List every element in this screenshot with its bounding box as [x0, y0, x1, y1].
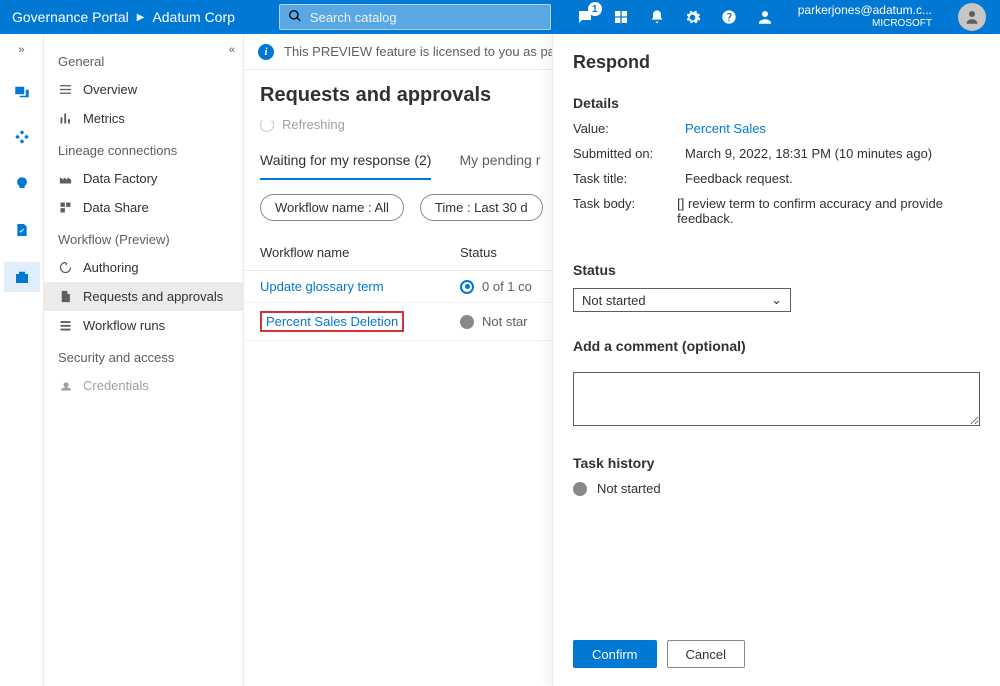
row-status: Not star: [460, 314, 528, 329]
brand-crumb[interactable]: Governance Portal ▶ Adatum Corp: [12, 9, 235, 25]
progress-icon: [460, 280, 474, 294]
sidebar-item-metrics[interactable]: Metrics: [44, 104, 243, 133]
value-submitted: March 9, 2022, 18:31 PM (10 minutes ago): [685, 146, 932, 161]
header-icons: 1 parkerjones@adatum.c... MICROSOFT: [576, 3, 1000, 31]
rail-insights-icon[interactable]: [12, 174, 32, 194]
search-input[interactable]: [310, 10, 542, 25]
notstarted-icon: [573, 482, 587, 496]
respond-panel: Respond Details Value:Percent Sales Subm…: [552, 34, 1000, 686]
feedback-icon[interactable]: 1: [576, 8, 594, 26]
top-header: Governance Portal ▶ Adatum Corp 1 parker…: [0, 0, 1000, 34]
info-icon: i: [258, 44, 274, 60]
label-value: Value:: [573, 121, 685, 136]
sidebar-item-authoring[interactable]: Authoring: [44, 253, 243, 282]
details-heading: Details: [573, 95, 980, 111]
status-value: Not started: [582, 293, 646, 308]
account-org: MICROSOFT: [872, 18, 932, 30]
panel-title: Respond: [573, 52, 980, 73]
chevron-right-icon: ▶: [137, 12, 145, 23]
brand-name: Governance Portal: [12, 9, 129, 25]
comment-heading: Add a comment (optional): [573, 338, 980, 354]
search-icon: [288, 9, 302, 26]
sidebar-group-general: General: [44, 44, 243, 75]
account-block[interactable]: parkerjones@adatum.c... MICROSOFT: [798, 4, 932, 29]
sidebar-item-datashare[interactable]: Data Share: [44, 193, 243, 222]
sidebar-item-credentials[interactable]: Credentials: [44, 371, 243, 400]
value-taskbody: [] review term to confirm accuracy and p…: [677, 196, 980, 226]
help-icon[interactable]: [720, 8, 738, 26]
value-tasktitle: Feedback request.: [685, 171, 793, 186]
sidebar-group-lineage: Lineage connections: [44, 133, 243, 164]
tab-pending[interactable]: My pending r: [459, 144, 540, 180]
search-box[interactable]: [279, 4, 551, 30]
rail-data-icon[interactable]: [12, 82, 32, 102]
rail-policy-icon[interactable]: [12, 220, 32, 240]
notstarted-icon: [460, 315, 474, 329]
rail-management-icon[interactable]: [4, 262, 40, 292]
confirm-button[interactable]: Confirm: [573, 640, 657, 668]
sidebar-item-overview[interactable]: Overview: [44, 75, 243, 104]
main-content: i This PREVIEW feature is licensed to yo…: [244, 34, 1000, 686]
status-heading: Status: [573, 262, 980, 278]
grid-icon[interactable]: [612, 8, 630, 26]
collapse-sidebar-icon[interactable]: «: [229, 44, 235, 56]
gear-icon[interactable]: [684, 8, 702, 26]
org-name: Adatum Corp: [152, 9, 234, 25]
tab-waiting[interactable]: Waiting for my response (2): [260, 144, 431, 180]
filter-workflow[interactable]: Workflow name : All: [260, 194, 404, 221]
col-status: Status: [460, 245, 497, 260]
history-status: Not started: [597, 481, 661, 496]
sidebar-group-security: Security and access: [44, 340, 243, 371]
left-rail: »: [0, 34, 44, 686]
spinner-icon: [260, 118, 274, 132]
label-taskbody: Task body:: [573, 196, 677, 226]
account-email: parkerjones@adatum.c...: [798, 4, 932, 18]
status-select[interactable]: Not started ⌄: [573, 288, 791, 312]
col-workflow: Workflow name: [260, 245, 460, 260]
history-item: Not started: [573, 481, 980, 496]
label-submitted: Submitted on:: [573, 146, 685, 161]
notification-badge: 1: [588, 2, 602, 16]
row-name[interactable]: Update glossary term: [260, 279, 460, 294]
row-status: 0 of 1 co: [460, 279, 532, 294]
sidebar-item-requests[interactable]: Requests and approvals: [44, 282, 243, 311]
filter-time[interactable]: Time : Last 30 d: [420, 194, 543, 221]
sidebar-item-workflowruns[interactable]: Workflow runs: [44, 311, 243, 340]
value-link[interactable]: Percent Sales: [685, 121, 766, 136]
avatar[interactable]: [958, 3, 986, 31]
sidebar-group-workflow: Workflow (Preview): [44, 222, 243, 253]
chevron-down-icon: ⌄: [771, 292, 782, 308]
cancel-button[interactable]: Cancel: [667, 640, 745, 668]
banner-text: This PREVIEW feature is licensed to you …: [284, 44, 587, 59]
comment-input[interactable]: [573, 372, 980, 426]
label-tasktitle: Task title:: [573, 171, 685, 186]
rail-map-icon[interactable]: [12, 128, 32, 148]
expand-rail-icon[interactable]: »: [18, 44, 24, 56]
people-icon[interactable]: [756, 8, 774, 26]
bell-icon[interactable]: [648, 8, 666, 26]
history-heading: Task history: [573, 455, 980, 471]
sidebar-item-datafactory[interactable]: Data Factory: [44, 164, 243, 193]
panel-footer: Confirm Cancel: [573, 628, 980, 668]
row-name[interactable]: Percent Sales Deletion: [260, 311, 460, 332]
sidebar: « General Overview Metrics Lineage conne…: [44, 34, 244, 686]
